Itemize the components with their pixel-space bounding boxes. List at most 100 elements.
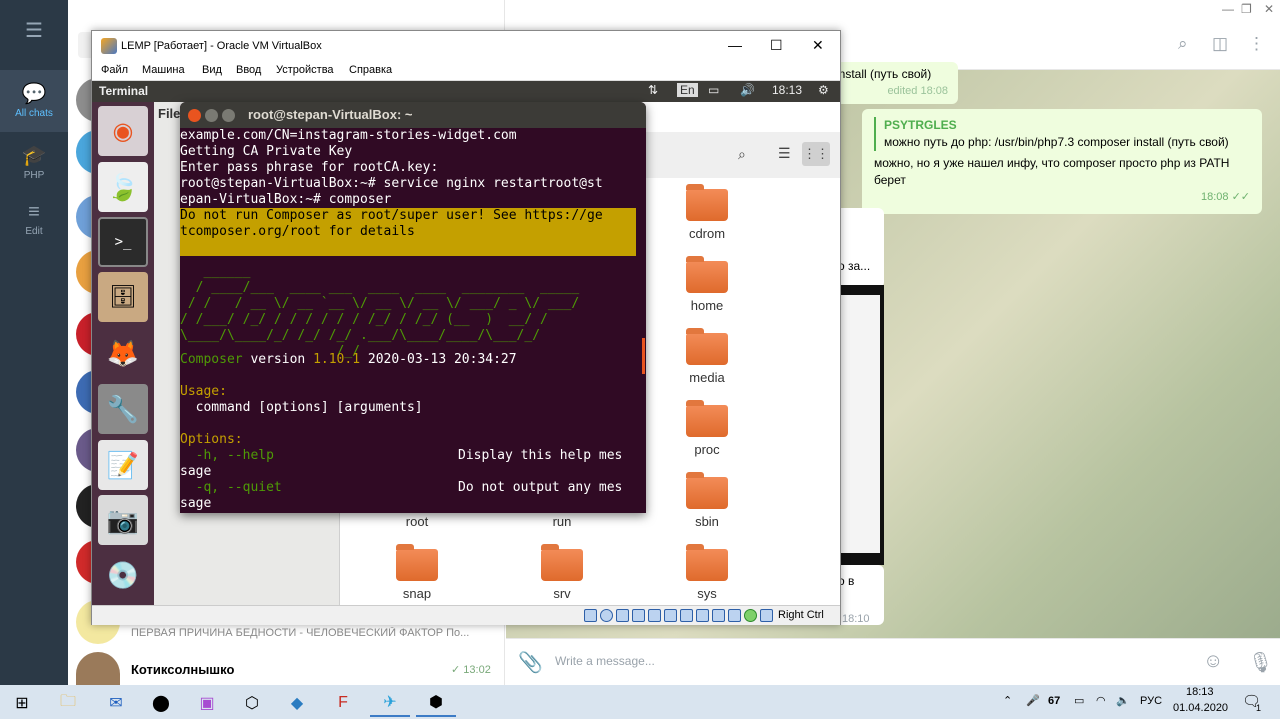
folder-item[interactable]: cdrom bbox=[662, 184, 752, 241]
maximize-button[interactable]: ☐ bbox=[770, 37, 783, 54]
message-bubble[interactable]: PSYTRGLES можно путь до php: /usr/bin/ph… bbox=[862, 109, 1262, 214]
gear-icon[interactable]: ⚙ bbox=[818, 83, 829, 97]
message-bubble[interactable]: о в 18:10 bbox=[836, 565, 884, 625]
minimize-icon[interactable] bbox=[205, 109, 218, 122]
chrome-icon[interactable]: ⬤ bbox=[141, 689, 181, 717]
mouse-integration-icon[interactable] bbox=[728, 609, 741, 622]
scrollbar[interactable] bbox=[642, 338, 645, 374]
folder-php[interactable]: 🎓 PHP bbox=[0, 132, 68, 194]
avatar[interactable] bbox=[76, 652, 120, 685]
message-bubble[interactable]: install (путь свой) edited 18:08 bbox=[826, 62, 958, 104]
telegram-taskbar-icon[interactable]: ✈ bbox=[370, 689, 410, 717]
text-editor-icon[interactable]: 📝 bbox=[98, 440, 148, 490]
message-input[interactable]: Write a message... bbox=[555, 654, 655, 668]
keyboard-layout[interactable]: En bbox=[677, 83, 698, 97]
folder-item[interactable]: run bbox=[517, 514, 607, 529]
ubuntu-dash-icon[interactable]: ◉ bbox=[98, 106, 148, 156]
folder-item[interactable]: proc bbox=[662, 400, 752, 457]
minimize-icon[interactable]: — bbox=[1222, 2, 1234, 16]
audio-icon[interactable] bbox=[616, 609, 629, 622]
menu-input[interactable]: Ввод bbox=[236, 64, 261, 76]
menu-file[interactable]: Файл bbox=[101, 64, 128, 76]
maximize-icon[interactable] bbox=[222, 109, 235, 122]
message-bubble[interactable]: о за... bbox=[836, 208, 884, 288]
phpstorm-icon[interactable]: ▣ bbox=[187, 689, 227, 717]
chat-name[interactable]: Котиксолнышко bbox=[131, 662, 234, 677]
menu-help[interactable]: Справка bbox=[349, 64, 392, 76]
host-key-icon[interactable] bbox=[760, 609, 773, 622]
mail-icon[interactable]: ✉ bbox=[96, 689, 136, 717]
cpu-icon[interactable] bbox=[712, 609, 725, 622]
emoji-icon[interactable]: ☺ bbox=[1203, 650, 1223, 673]
folder-item[interactable]: snap bbox=[372, 544, 462, 601]
terminal-titlebar[interactable]: root@stepan-VirtualBox: ~ bbox=[180, 102, 646, 128]
files-icon[interactable]: 🗄 bbox=[98, 272, 148, 322]
minimize-button[interactable]: — bbox=[728, 37, 742, 53]
settings-icon[interactable]: 🔧 bbox=[98, 384, 148, 434]
file-explorer-icon[interactable]: 🗀 bbox=[48, 689, 88, 717]
start-button[interactable]: ⊞ bbox=[2, 689, 42, 717]
volume-tray-icon[interactable]: 🔈 bbox=[1116, 694, 1130, 707]
search-icon[interactable]: ⌕ bbox=[1178, 34, 1188, 54]
tray-expand-icon[interactable]: ⌃ bbox=[1003, 694, 1012, 707]
virtualbox-taskbar-icon[interactable]: ⬡ bbox=[232, 689, 272, 717]
more-icon[interactable]: ⋮ bbox=[1248, 34, 1265, 54]
close-button[interactable]: ✕ bbox=[812, 37, 824, 54]
window-titlebar[interactable]: LEMP [Работает] - Oracle VM VirtualBox —… bbox=[92, 31, 840, 61]
message-snippet: о за... bbox=[838, 259, 871, 273]
close-icon[interactable] bbox=[188, 109, 201, 122]
usb-icon[interactable] bbox=[648, 609, 661, 622]
disc-icon[interactable]: 💿 bbox=[98, 550, 148, 600]
camera-icon[interactable]: 📷 bbox=[98, 495, 148, 545]
network-adapter-icon[interactable] bbox=[632, 609, 645, 622]
shared-folder-icon[interactable] bbox=[664, 609, 677, 622]
battery-tray-icon[interactable]: ▭ bbox=[1074, 694, 1084, 707]
menu-machine[interactable]: Машина bbox=[142, 64, 185, 76]
firefox-icon[interactable]: 🦊 bbox=[98, 328, 148, 378]
folder-item[interactable]: sbin bbox=[662, 472, 752, 529]
recording-icon[interactable] bbox=[696, 609, 709, 622]
folder-item[interactable]: root bbox=[372, 514, 462, 529]
mongodb-icon[interactable]: 🍃 bbox=[98, 162, 148, 212]
close-icon[interactable]: ✕ bbox=[1264, 2, 1274, 16]
folder-item[interactable]: media bbox=[662, 328, 752, 385]
taskbar-date[interactable]: 01.04.2020 bbox=[1173, 702, 1228, 714]
folder-item[interactable]: sys bbox=[662, 544, 752, 601]
clock[interactable]: 18:13 bbox=[772, 83, 802, 97]
volume-icon[interactable]: 🔊 bbox=[740, 83, 755, 97]
attach-icon[interactable]: 📎 bbox=[518, 650, 543, 675]
microphone-icon[interactable]: 🎙 bbox=[1248, 650, 1273, 675]
display-icon[interactable] bbox=[680, 609, 693, 622]
tray-badge[interactable]: 67 bbox=[1048, 695, 1060, 707]
virtualization-icon[interactable] bbox=[744, 609, 757, 622]
language-indicator[interactable]: РУС bbox=[1140, 695, 1162, 707]
folder-all-chats[interactable]: 💬 All chats bbox=[0, 70, 68, 132]
grid-view-icon[interactable]: ⋮⋮ bbox=[802, 142, 830, 166]
folder-item[interactable]: srv bbox=[517, 544, 607, 601]
menu-view[interactable]: Вид bbox=[202, 64, 222, 76]
terminal-window[interactable]: root@stepan-VirtualBox: ~ example.com/CN… bbox=[180, 102, 646, 513]
terminal-output[interactable]: example.com/CN=instagram-stories-widget.… bbox=[180, 128, 646, 513]
wifi-icon[interactable]: ◠ bbox=[1096, 694, 1106, 707]
app-icon[interactable]: ◆ bbox=[277, 689, 317, 717]
battery-icon[interactable]: ▭ bbox=[708, 83, 719, 97]
message-image[interactable] bbox=[836, 285, 884, 565]
menu-button[interactable]: ☰ bbox=[0, 14, 68, 50]
network-icon[interactable]: ⇅ bbox=[648, 83, 658, 97]
restore-icon[interactable]: ❐ bbox=[1241, 2, 1252, 16]
search-icon[interactable]: ⌕ bbox=[738, 146, 746, 163]
folder-edit[interactable]: ≡ Edit bbox=[0, 188, 68, 250]
hard-disk-icon[interactable] bbox=[584, 609, 597, 622]
microphone-tray-icon[interactable]: 🎤 bbox=[1026, 694, 1040, 707]
reply-quote[interactable]: PSYTRGLES можно путь до php: /usr/bin/ph… bbox=[874, 117, 1250, 151]
menu-devices[interactable]: Устройства bbox=[276, 64, 334, 76]
optical-drive-icon[interactable] bbox=[600, 609, 613, 622]
virtualbox-vm-taskbar-icon[interactable]: ⬢ bbox=[416, 689, 456, 717]
guest-screen[interactable]: Terminal ⇅ En ▭ 🔊 18:13 ⚙ ◉ 🍃 >_ 🗄 🦊 🔧 📝… bbox=[92, 81, 840, 605]
sidebar-toggle-icon[interactable]: ◫ bbox=[1212, 34, 1228, 54]
folder-item[interactable]: home bbox=[662, 256, 752, 313]
taskbar-clock[interactable]: 18:13 bbox=[1186, 686, 1214, 698]
list-view-icon[interactable]: ☰ bbox=[778, 145, 791, 162]
filezilla-icon[interactable]: F bbox=[323, 689, 363, 717]
terminal-icon[interactable]: >_ bbox=[98, 217, 148, 267]
